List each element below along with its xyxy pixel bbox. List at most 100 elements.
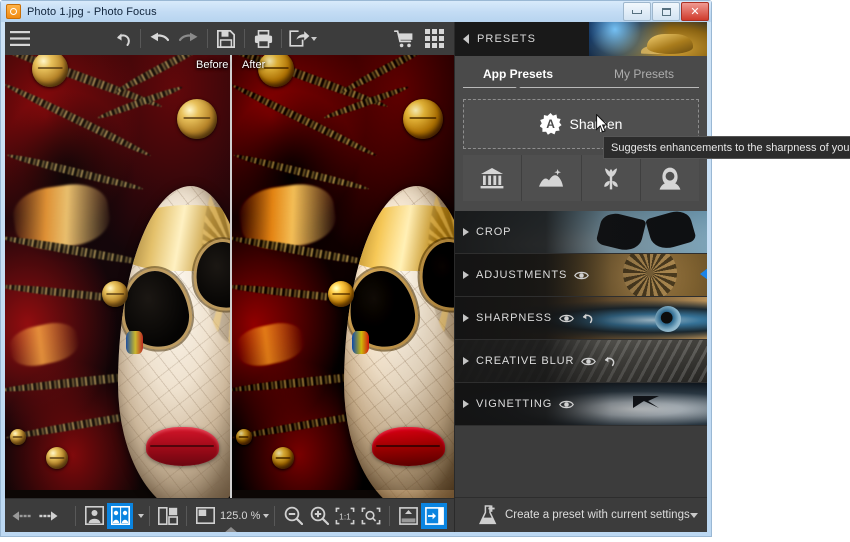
presets-footer: Create a preset with current settings bbox=[455, 497, 707, 532]
eye-visibility-icon[interactable] bbox=[559, 399, 575, 410]
fit-window-icon bbox=[195, 507, 215, 524]
window-controls: ✕ bbox=[623, 2, 709, 21]
floppy-disk-icon bbox=[217, 29, 235, 48]
tulip-flower-icon bbox=[603, 167, 618, 189]
category-nature[interactable] bbox=[581, 155, 641, 201]
next-arrow-icon bbox=[39, 510, 58, 521]
status-divider-3 bbox=[186, 505, 187, 526]
svg-text:1:1: 1:1 bbox=[340, 511, 352, 521]
zoom-out-button[interactable] bbox=[280, 503, 306, 529]
eye-visibility-icon[interactable] bbox=[581, 356, 597, 367]
panel-edge-marker-icon bbox=[700, 268, 707, 280]
toolbar-divider bbox=[244, 29, 245, 48]
section-vignetting[interactable]: VIGNETTING bbox=[455, 383, 707, 426]
create-preset-label: Create a preset with current settings bbox=[505, 509, 690, 521]
minimize-icon bbox=[632, 9, 642, 14]
status-divider-5 bbox=[389, 505, 391, 526]
previous-photo-button[interactable] bbox=[9, 503, 35, 529]
store-button[interactable] bbox=[389, 25, 419, 53]
venetian-mask-image-before bbox=[5, 55, 231, 498]
tab-app-presets[interactable]: App Presets bbox=[455, 67, 581, 81]
expand-triangle-icon[interactable] bbox=[463, 314, 469, 322]
revert-button[interactable] bbox=[107, 25, 137, 53]
photo-canvas[interactable]: Before After bbox=[5, 55, 457, 498]
expand-triangle-icon[interactable] bbox=[463, 357, 469, 365]
category-landscape[interactable] bbox=[522, 155, 582, 201]
undo-button[interactable] bbox=[144, 25, 174, 53]
compare-view-icon bbox=[158, 506, 178, 525]
after-label: After bbox=[242, 59, 266, 71]
reset-arrow-icon[interactable] bbox=[602, 355, 616, 367]
status-divider bbox=[75, 505, 76, 526]
single-view-icon bbox=[84, 506, 104, 525]
expand-triangle-icon[interactable] bbox=[463, 228, 469, 236]
print-button[interactable] bbox=[248, 25, 278, 53]
view-single-button[interactable] bbox=[81, 503, 107, 529]
collapse-triangle-icon[interactable] bbox=[463, 34, 469, 44]
export-dropdown-caret[interactable] bbox=[311, 36, 317, 41]
panel-top-icon bbox=[398, 506, 418, 525]
menu-button[interactable] bbox=[5, 25, 35, 53]
genie-lamp-icon bbox=[589, 22, 707, 56]
create-preset-button[interactable]: Create a preset with current settings bbox=[461, 502, 690, 528]
close-button[interactable]: ✕ bbox=[681, 2, 709, 21]
person-portrait-icon bbox=[659, 167, 681, 190]
category-portrait[interactable] bbox=[640, 155, 699, 201]
view-mode-dropdown-caret[interactable] bbox=[138, 513, 144, 518]
tab-my-presets[interactable]: My Presets bbox=[581, 67, 707, 81]
panel-right-toggle[interactable] bbox=[421, 502, 448, 529]
panel-resize-handle[interactable] bbox=[224, 527, 238, 532]
view-compare-button[interactable] bbox=[155, 503, 181, 529]
presets-header[interactable]: PRESETS bbox=[455, 22, 707, 56]
window-client-area: Before After 125.0 % 1:1 PRESETS App Pre… bbox=[5, 22, 707, 532]
presets-tabs: App Presets My Presets bbox=[455, 56, 707, 91]
panel-left-toggle[interactable] bbox=[395, 503, 421, 529]
zoom-level-value: 125.0 % bbox=[220, 509, 261, 522]
fit-window-button[interactable] bbox=[192, 503, 218, 529]
status-divider-2 bbox=[149, 505, 150, 526]
tabs-underline bbox=[463, 87, 699, 88]
split-view-icon bbox=[110, 506, 130, 525]
view-split-button[interactable] bbox=[107, 502, 133, 529]
category-architecture[interactable] bbox=[463, 155, 523, 201]
undo-arrow-icon bbox=[150, 32, 169, 41]
save-button[interactable] bbox=[211, 25, 241, 53]
eye-visibility-icon[interactable] bbox=[559, 313, 574, 324]
section-adjustments[interactable]: ADJUSTMENTS bbox=[455, 254, 707, 297]
photo-focus-icon bbox=[6, 4, 21, 19]
grid-button[interactable] bbox=[419, 25, 449, 53]
zoom-out-icon bbox=[284, 506, 303, 525]
museum-columns-icon bbox=[480, 168, 504, 189]
title-bar: Photo 1.jpg - Photo Focus ✕ bbox=[1, 1, 711, 22]
presets-panel: PRESETS App Presets My Presets A Sharpen bbox=[454, 22, 707, 532]
expand-triangle-icon[interactable] bbox=[463, 271, 469, 279]
reset-arrow-icon[interactable] bbox=[580, 312, 594, 324]
expand-triangle-icon[interactable] bbox=[463, 400, 469, 408]
zoom-actual-button[interactable]: 1:1 bbox=[332, 503, 358, 529]
zoom-in-button[interactable] bbox=[306, 503, 332, 529]
revert-arrow-icon bbox=[116, 32, 130, 46]
next-photo-button[interactable] bbox=[35, 503, 61, 529]
section-creative-blur[interactable]: CREATIVE BLUR bbox=[455, 340, 707, 383]
redo-button[interactable] bbox=[174, 25, 204, 53]
shopping-cart-icon bbox=[394, 29, 413, 47]
section-label: ADJUSTMENTS bbox=[476, 269, 568, 281]
zoom-fit-icon bbox=[361, 507, 381, 524]
section-crop[interactable]: CROP bbox=[455, 211, 707, 254]
zoom-fit-button[interactable] bbox=[358, 503, 384, 529]
split-divider[interactable] bbox=[230, 55, 232, 498]
zoom-dropdown-caret[interactable] bbox=[263, 513, 270, 518]
hamburger-menu-icon bbox=[10, 31, 30, 46]
export-share-icon bbox=[289, 30, 310, 47]
after-pane bbox=[231, 55, 457, 498]
tooltip-text: Suggests enhancements to the sharpness o… bbox=[611, 141, 850, 154]
presets-title: PRESETS bbox=[477, 33, 537, 45]
create-preset-dropdown-caret[interactable] bbox=[689, 512, 698, 518]
section-sharpness[interactable]: SHARPNESS bbox=[455, 297, 707, 340]
actual-size-icon: 1:1 bbox=[335, 507, 355, 524]
eye-visibility-icon[interactable] bbox=[574, 270, 590, 281]
venetian-mask-image-after bbox=[231, 55, 457, 498]
toolbar-divider bbox=[207, 29, 208, 48]
maximize-button[interactable] bbox=[652, 2, 680, 21]
minimize-button[interactable] bbox=[623, 2, 651, 21]
